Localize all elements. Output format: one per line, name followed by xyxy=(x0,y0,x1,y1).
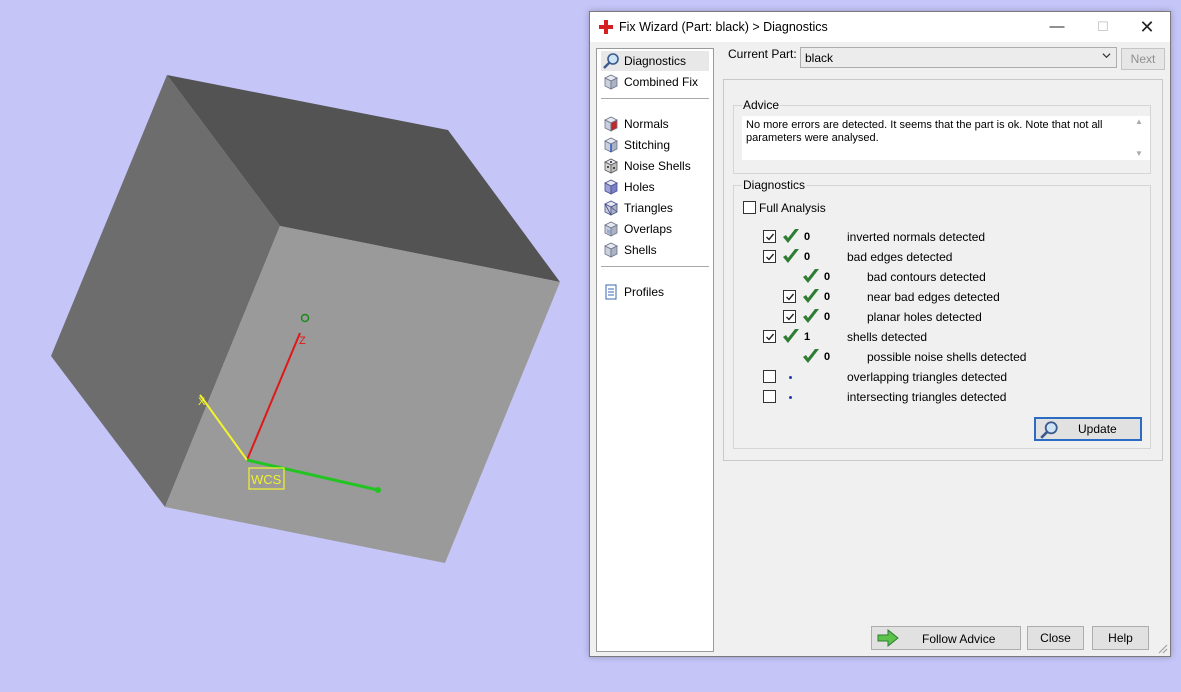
dice-icon xyxy=(604,158,618,174)
checkmark-icon xyxy=(766,333,775,341)
nav-item-overlaps[interactable]: Overlaps xyxy=(601,219,709,239)
chevron-down-icon xyxy=(1102,53,1111,59)
current-part-label: Current Part: xyxy=(728,47,797,61)
nav-item-shells[interactable]: Shells xyxy=(601,240,709,260)
nav-item-combined-fix[interactable]: Combined Fix xyxy=(601,72,709,92)
checkmark-icon xyxy=(786,313,795,321)
near-bad-edges-label: near bad edges detected xyxy=(867,290,1000,304)
maximize-button[interactable]: ☐ xyxy=(1080,12,1126,42)
cube-icon xyxy=(604,74,618,90)
nav-item-holes[interactable]: Holes xyxy=(601,177,709,197)
checkmark-icon xyxy=(766,233,775,241)
nav-item-noise-shells[interactable]: Noise Shells xyxy=(601,156,709,176)
bad-contours-count: 0 xyxy=(824,271,831,283)
nav-item-diagnostics[interactable]: Diagnostics xyxy=(601,51,709,71)
advice-group: Advice No more errors are detected. It s… xyxy=(733,98,1151,174)
document-icon xyxy=(605,284,617,300)
magnifier-icon xyxy=(603,53,619,69)
ok-check-icon xyxy=(803,309,819,323)
planar-holes-label: planar holes detected xyxy=(867,310,982,324)
title-bar[interactable]: Fix Wizard (Part: black) > Diagnostics —… xyxy=(590,12,1170,42)
red-cross-icon xyxy=(599,20,613,34)
follow-advice-label: Follow Advice xyxy=(922,632,996,646)
follow-advice-button[interactable]: Follow Advice xyxy=(871,626,1021,650)
dialog-title: Fix Wizard (Part: black) > Diagnostics xyxy=(619,20,828,34)
magnifier-icon xyxy=(1040,421,1058,439)
scroll-down-icon: ▼ xyxy=(1135,149,1143,158)
update-label: Update xyxy=(1078,422,1117,436)
nav-item-normals[interactable]: Normals xyxy=(601,114,709,134)
checkmark-icon xyxy=(786,293,795,301)
checkmark-icon xyxy=(766,253,775,261)
advice-scrollbar[interactable]: ▲ ▼ xyxy=(1132,116,1146,160)
axis-y-end xyxy=(375,487,381,493)
ok-check-icon xyxy=(803,269,819,283)
close-window-button[interactable]: ✕ xyxy=(1124,12,1170,42)
noise-shells-count: 0 xyxy=(824,351,831,363)
resize-grip-icon[interactable] xyxy=(1158,644,1168,654)
full-analysis-checkbox[interactable] xyxy=(743,201,756,214)
inverted-normals-label: inverted normals detected xyxy=(847,230,986,244)
help-button[interactable]: Help xyxy=(1092,626,1149,650)
wizard-nav: Diagnostics Combined Fix Normals Stitchi… xyxy=(596,48,714,652)
nav-item-triangles[interactable]: Triangles xyxy=(601,198,709,218)
axis-x-label: X xyxy=(198,396,206,408)
pending-dot-icon xyxy=(789,396,792,399)
noise-shells-label: possible noise shells detected xyxy=(867,350,1027,364)
nav-divider xyxy=(601,266,709,267)
current-part-value: black xyxy=(805,51,834,65)
minimize-button[interactable]: — xyxy=(1034,12,1080,42)
arrow-right-icon xyxy=(877,629,899,647)
cube-shell-icon xyxy=(604,242,618,258)
current-part-select[interactable]: black xyxy=(800,47,1117,68)
shells-count: 1 xyxy=(804,331,811,343)
wcs-label: WCS xyxy=(251,472,282,487)
next-button[interactable]: Next xyxy=(1121,48,1165,70)
bad-edges-count: 0 xyxy=(804,251,811,263)
close-button[interactable]: Close xyxy=(1027,626,1084,650)
cube-model: Z X WCS xyxy=(51,75,560,563)
cube-overlap-icon xyxy=(604,221,618,237)
scroll-up-icon: ▲ xyxy=(1135,117,1143,126)
cube-red-face-icon xyxy=(604,116,618,132)
intersecting-triangles-checkbox[interactable] xyxy=(763,390,776,403)
full-analysis-label: Full Analysis xyxy=(759,201,826,215)
near-bad-edges-checkbox[interactable] xyxy=(783,290,796,303)
cube-stitch-icon xyxy=(604,137,618,153)
advice-text: No more errors are detected. It seems th… xyxy=(742,116,1150,160)
planar-holes-count: 0 xyxy=(824,311,831,323)
ok-check-icon xyxy=(803,289,819,303)
nav-item-profiles[interactable]: Profiles xyxy=(601,282,709,302)
ok-check-icon xyxy=(783,249,799,263)
nav-divider xyxy=(601,98,709,99)
bad-edges-label: bad edges detected xyxy=(847,250,953,264)
shells-label: shells detected xyxy=(847,330,928,344)
nav-item-stitching[interactable]: Stitching xyxy=(601,135,709,155)
intersecting-triangles-label: intersecting triangles detected xyxy=(847,390,1007,404)
ok-check-icon xyxy=(803,349,819,363)
fix-wizard-dialog: Fix Wizard (Part: black) > Diagnostics —… xyxy=(589,11,1171,657)
update-button[interactable]: Update xyxy=(1034,417,1142,441)
inverted-normals-checkbox[interactable] xyxy=(763,230,776,243)
ok-check-icon xyxy=(783,329,799,343)
cube-hole-icon xyxy=(604,179,618,195)
shells-checkbox[interactable] xyxy=(763,330,776,343)
axis-z-label: Z xyxy=(299,335,306,347)
overlapping-triangles-checkbox[interactable] xyxy=(763,370,776,383)
planar-holes-checkbox[interactable] xyxy=(783,310,796,323)
bad-contours-label: bad contours detected xyxy=(867,270,986,284)
advice-title: Advice xyxy=(742,98,781,112)
diagnostics-group: Diagnostics Full Analysis 0 inverted nor… xyxy=(733,178,1151,449)
pending-dot-icon xyxy=(789,376,792,379)
bad-edges-checkbox[interactable] xyxy=(763,250,776,263)
near-bad-edges-count: 0 xyxy=(824,291,831,303)
diagnostics-title: Diagnostics xyxy=(742,178,807,192)
ok-check-icon xyxy=(783,229,799,243)
cube-triangle-icon xyxy=(604,200,618,216)
inverted-normals-count: 0 xyxy=(804,231,811,243)
overlapping-triangles-label: overlapping triangles detected xyxy=(847,370,1008,384)
diagnostics-panel: Advice No more errors are detected. It s… xyxy=(723,79,1163,461)
3d-viewport[interactable]: Z X WCS xyxy=(0,0,590,689)
